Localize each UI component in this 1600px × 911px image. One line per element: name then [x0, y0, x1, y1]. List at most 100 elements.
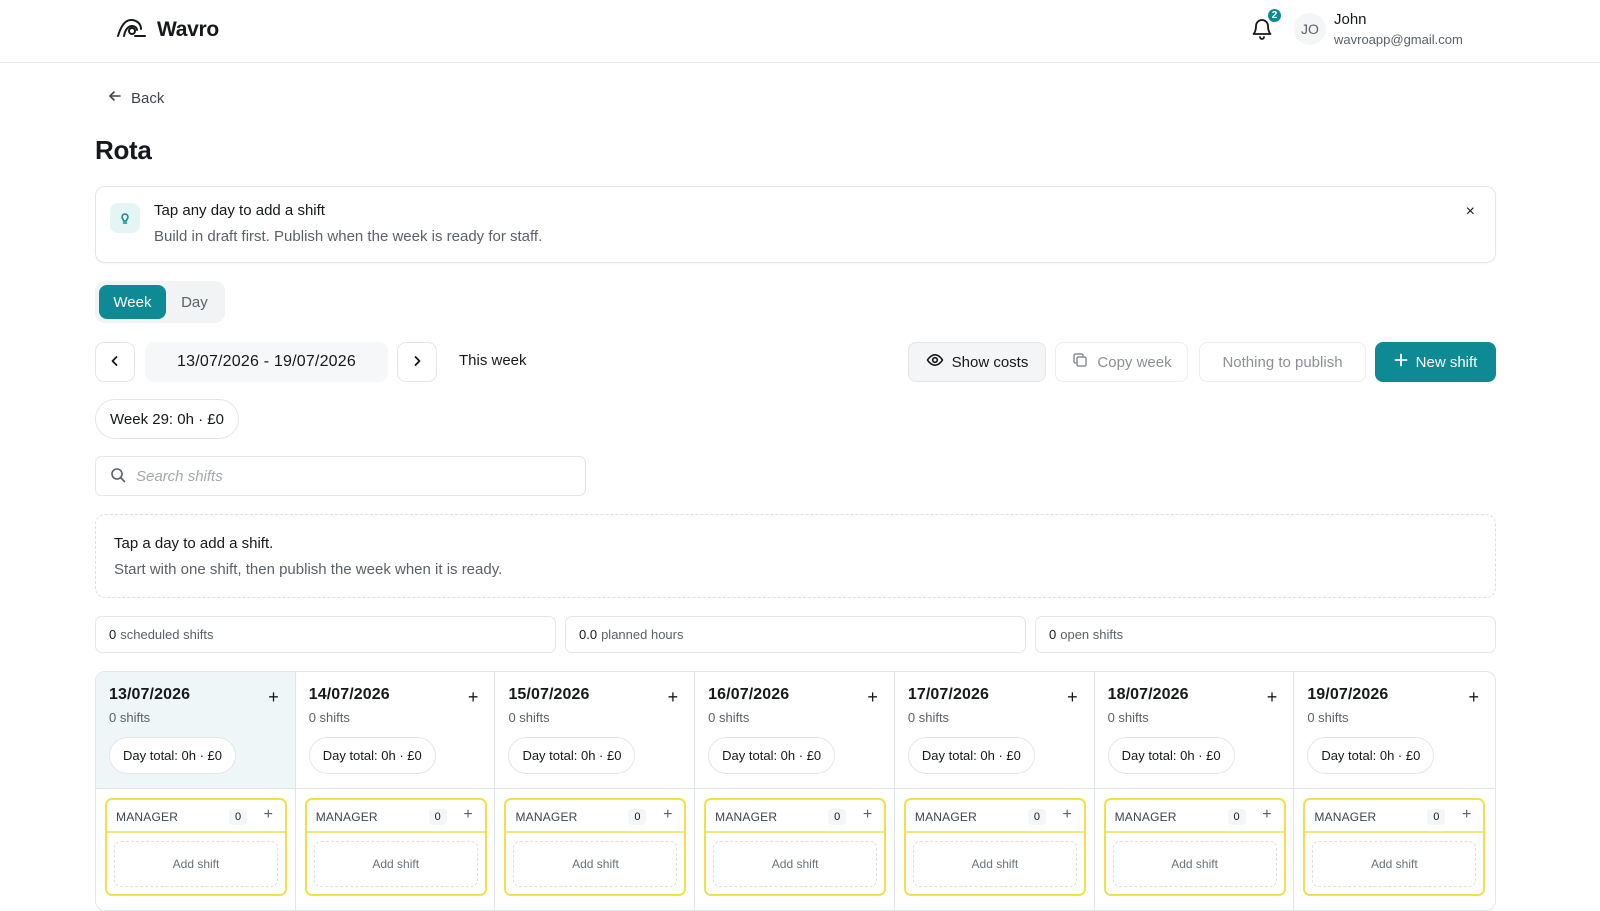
- show-costs-label: Show costs: [951, 353, 1029, 371]
- stat-open-shifts: 0 open shifts: [1035, 616, 1496, 653]
- role-header: MANAGER 0 +: [107, 800, 285, 833]
- role-name: MANAGER: [1114, 810, 1177, 824]
- role-header: MANAGER 0 +: [306, 800, 485, 833]
- day-column[interactable]: 17/07/2026 0 shifts + Day total: 0h · £0…: [894, 672, 1095, 910]
- app-name: Wavro: [157, 17, 219, 41]
- add-day-shift-plus-icon[interactable]: +: [1067, 688, 1078, 706]
- stat-scheduled-shifts: 0 scheduled shifts: [95, 616, 556, 653]
- this-week-link[interactable]: This week: [459, 352, 527, 369]
- add-shift-slot[interactable]: Add shift: [713, 841, 878, 887]
- role-header: MANAGER 0 +: [706, 800, 885, 833]
- add-role-shift-plus-icon[interactable]: +: [663, 806, 672, 824]
- add-shift-slot[interactable]: Add shift: [912, 841, 1077, 887]
- day-column[interactable]: 13/07/2026 0 shifts + Day total: 0h · £0…: [96, 672, 296, 910]
- tab-day[interactable]: Day: [168, 285, 221, 319]
- role-name: MANAGER: [116, 810, 179, 824]
- day-total-badge: Day total: 0h · £0: [1107, 737, 1235, 774]
- chevron-left-icon: [108, 354, 122, 371]
- day-header: 15/07/2026 0 shifts + Day total: 0h · £0: [495, 672, 695, 789]
- role-name: MANAGER: [914, 810, 977, 824]
- add-shift-slot[interactable]: Add shift: [1112, 841, 1277, 887]
- day-column[interactable]: 16/07/2026 0 shifts + Day total: 0h · £0…: [695, 672, 895, 910]
- prev-week-button[interactable]: [95, 342, 135, 382]
- user-name: John: [1334, 11, 1367, 28]
- stat-label: planned hours: [601, 627, 684, 642]
- role-header: MANAGER 0 +: [1105, 800, 1284, 833]
- next-week-button[interactable]: [397, 342, 437, 382]
- show-costs-button[interactable]: Show costs: [908, 342, 1046, 382]
- day-total-badge: Day total: 0h · £0: [109, 737, 236, 774]
- add-shift-slot[interactable]: Add shift: [313, 841, 478, 887]
- add-role-shift-plus-icon[interactable]: +: [1063, 806, 1072, 824]
- plus-icon: [1394, 353, 1408, 371]
- day-header: 16/07/2026 0 shifts + Day total: 0h · £0: [695, 672, 894, 789]
- day-column[interactable]: 15/07/2026 0 shifts + Day total: 0h · £0…: [495, 672, 696, 910]
- add-role-shift-plus-icon[interactable]: +: [463, 806, 472, 824]
- add-day-shift-plus-icon[interactable]: +: [867, 688, 878, 706]
- add-day-shift-plus-icon[interactable]: +: [268, 688, 279, 706]
- role-group: MANAGER 0 + Add shift: [504, 798, 687, 896]
- arrow-left-icon: [107, 88, 123, 108]
- role-name: MANAGER: [515, 810, 578, 824]
- search-input[interactable]: [136, 467, 556, 485]
- lightbulb-icon: [110, 203, 140, 233]
- add-role-shift-plus-icon[interactable]: +: [264, 806, 273, 824]
- brand[interactable]: Wavro: [115, 14, 219, 45]
- view-toggle: Week Day: [95, 281, 225, 323]
- top-bar: Wavro 2 JO John wavroapp@gmail.com: [0, 0, 1600, 63]
- day-column[interactable]: 18/07/2026 0 shifts + Day total: 0h · £0…: [1094, 672, 1295, 910]
- back-label: Back: [131, 89, 165, 107]
- add-shift-slot[interactable]: Add shift: [513, 841, 678, 887]
- copy-week-button[interactable]: Copy week: [1055, 342, 1188, 382]
- eye-icon: [926, 351, 944, 373]
- role-count: 0: [428, 809, 447, 825]
- add-day-shift-plus-icon[interactable]: +: [668, 688, 679, 706]
- publish-button[interactable]: Nothing to publish: [1199, 342, 1366, 382]
- role-header: MANAGER 0 +: [905, 800, 1084, 833]
- search-box: [95, 456, 586, 496]
- tip-subtitle: Build in draft first. Publish when the w…: [154, 228, 543, 245]
- add-role-shift-plus-icon[interactable]: +: [1262, 806, 1271, 824]
- empty-state: Tap a day to add a shift. Start with one…: [95, 514, 1496, 598]
- new-shift-button[interactable]: New shift: [1375, 342, 1496, 382]
- day-column[interactable]: 19/07/2026 0 shifts + Day total: 0h · £0…: [1294, 672, 1495, 910]
- new-shift-label: New shift: [1415, 353, 1478, 371]
- add-day-shift-plus-icon[interactable]: +: [1267, 688, 1278, 706]
- role-name: MANAGER: [1314, 810, 1377, 824]
- add-role-shift-plus-icon[interactable]: +: [863, 806, 872, 824]
- date-range[interactable]: 13/07/2026 - 19/07/2026: [145, 342, 388, 382]
- day-header: 13/07/2026 0 shifts + Day total: 0h · £0: [96, 672, 295, 789]
- role-count: 0: [1027, 809, 1046, 825]
- avatar[interactable]: JO: [1294, 13, 1326, 45]
- role-name: MANAGER: [315, 810, 378, 824]
- back-link[interactable]: Back: [107, 88, 164, 108]
- role-count: 0: [828, 809, 847, 825]
- day-column[interactable]: 14/07/2026 0 shifts + Day total: 0h · £0…: [295, 672, 496, 910]
- day-date: 13/07/2026: [109, 686, 191, 703]
- day-date: 16/07/2026: [708, 686, 790, 703]
- copy-week-label: Copy week: [1097, 353, 1172, 371]
- day-shift-count: 0 shifts: [907, 710, 950, 725]
- day-total-badge: Day total: 0h · £0: [907, 737, 1035, 774]
- day-date: 14/07/2026: [308, 686, 390, 703]
- add-role-shift-plus-icon[interactable]: +: [1462, 806, 1471, 824]
- role-group: MANAGER 0 + Add shift: [1303, 798, 1486, 896]
- add-day-shift-plus-icon[interactable]: +: [468, 688, 479, 706]
- stat-value: 0.0: [579, 627, 598, 642]
- day-total-badge: Day total: 0h · £0: [308, 737, 436, 774]
- add-shift-slot[interactable]: Add shift: [1312, 841, 1477, 887]
- day-shift-count: 0 shifts: [1307, 710, 1349, 725]
- add-day-shift-plus-icon[interactable]: +: [1469, 688, 1480, 706]
- close-icon[interactable]: ×: [1466, 203, 1475, 221]
- day-header: 18/07/2026 0 shifts + Day total: 0h · £0: [1094, 672, 1294, 789]
- tab-week[interactable]: Week: [99, 285, 166, 319]
- day-shift-count: 0 shifts: [508, 710, 550, 725]
- day-shift-count: 0 shifts: [308, 710, 350, 725]
- search-icon: [110, 467, 126, 486]
- stat-label: open shifts: [1060, 627, 1124, 642]
- day-date: 17/07/2026: [907, 686, 989, 703]
- day-header: 14/07/2026 0 shifts + Day total: 0h · £0: [295, 672, 495, 789]
- role-count: 0: [628, 809, 647, 825]
- role-group: MANAGER 0 + Add shift: [105, 798, 287, 896]
- add-shift-slot[interactable]: Add shift: [114, 841, 278, 887]
